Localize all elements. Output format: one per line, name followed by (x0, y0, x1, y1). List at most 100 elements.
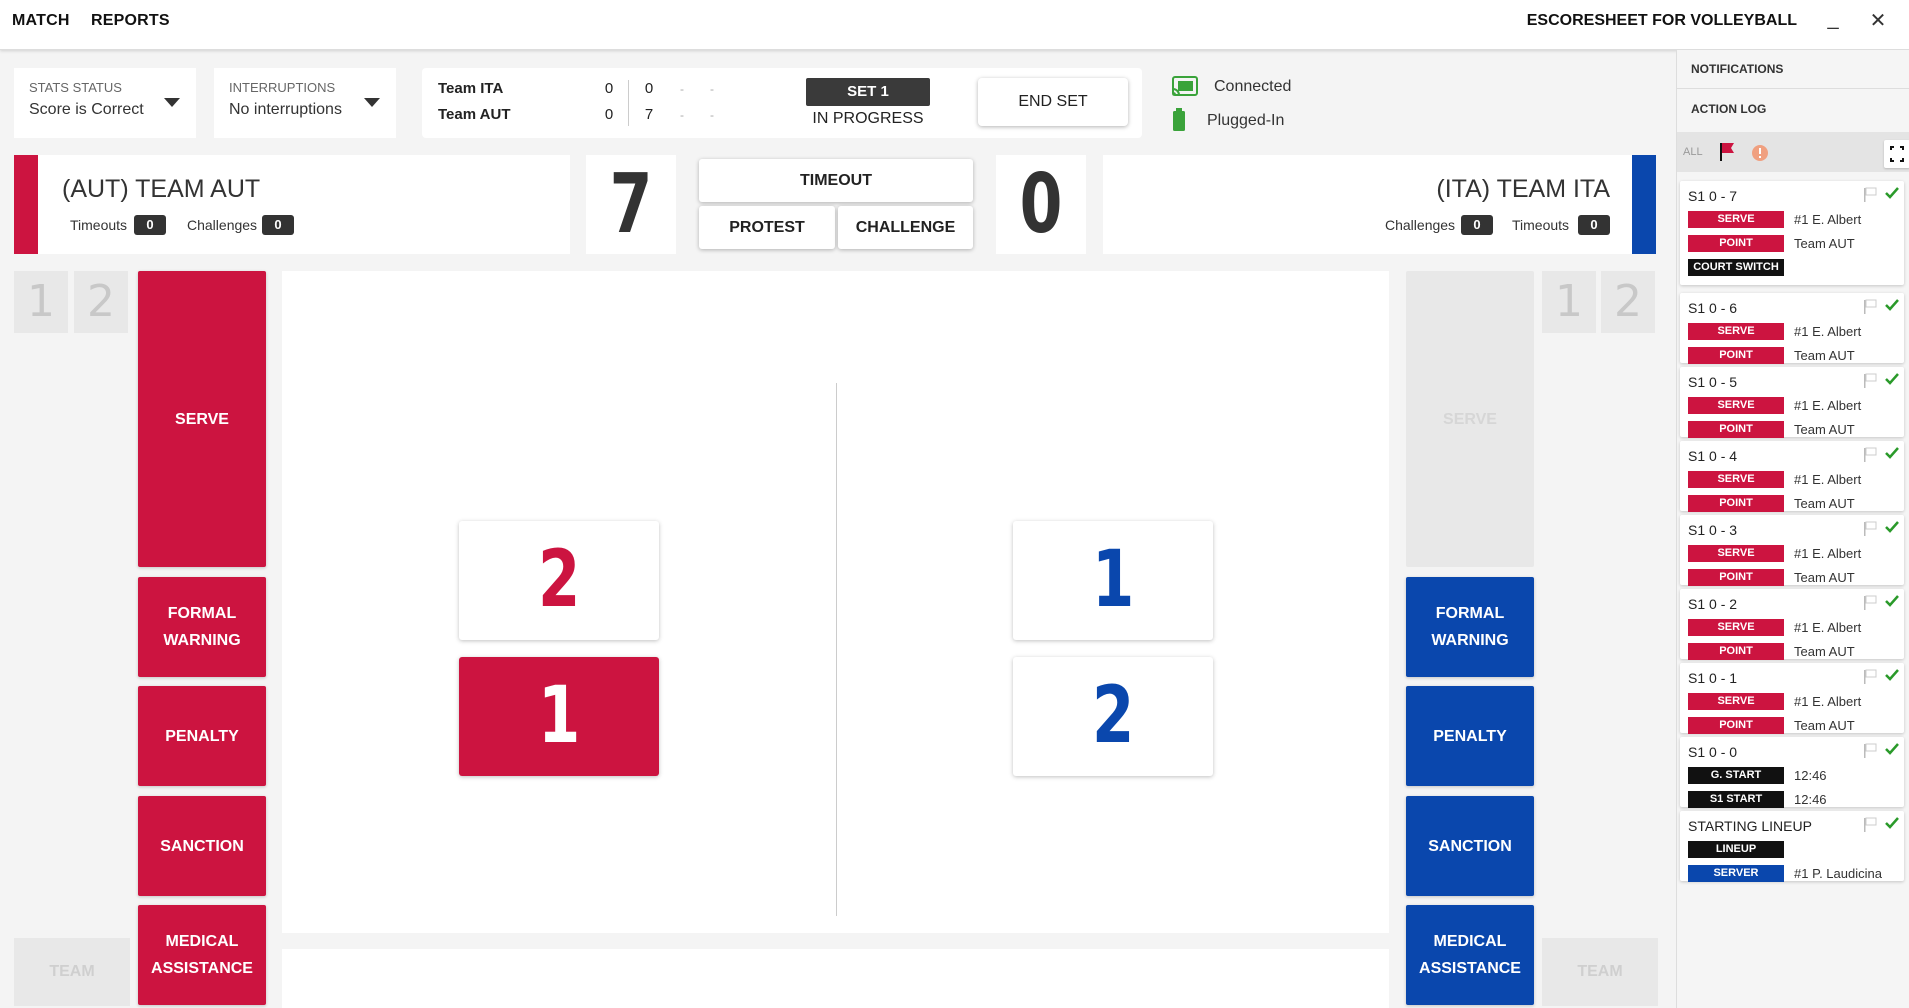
left-player-server[interactable]: 1 (459, 657, 659, 776)
flag-filter-icon[interactable] (1717, 140, 1739, 164)
left-timeouts-label: Timeouts (70, 217, 128, 233)
right-player-front[interactable]: 1 (1013, 521, 1213, 640)
log-tag: LINEUP (1688, 841, 1784, 858)
log-filter-bar: ALL (1677, 132, 1909, 172)
log-entry-title: S1 0 - 2 (1688, 596, 1738, 612)
check-icon (1885, 187, 1899, 199)
minimize-button[interactable]: _ (1823, 8, 1843, 32)
player-number: 2 (537, 535, 581, 625)
formal-warning-label-1: FORMAL (1435, 605, 1505, 622)
placeholder-dash: - (680, 82, 684, 96)
protest-button[interactable]: PROTEST (699, 206, 835, 249)
right-timeouts-label: Timeouts (1512, 217, 1570, 233)
chevron-down-icon (364, 98, 380, 107)
log-value: #1 E. Albert (1794, 620, 1862, 635)
left-serve-button[interactable]: SERVE (138, 271, 266, 567)
log-entry-title: S1 0 - 0 (1688, 744, 1738, 760)
filter-all[interactable]: ALL (1683, 146, 1703, 158)
flag-icon[interactable] (1862, 743, 1878, 759)
formal-warning-label-2: WARNING (163, 632, 241, 649)
close-button[interactable]: ✕ (1867, 8, 1889, 32)
chevron-down-icon (164, 98, 180, 107)
check-icon (1885, 373, 1899, 385)
log-entry[interactable]: S1 0 - 4 SERVE #1 E. Albert POINT Team AUT (1680, 441, 1904, 512)
log-value: Team AUT (1794, 718, 1855, 733)
flag-icon[interactable] (1862, 521, 1878, 537)
flag-icon[interactable] (1862, 373, 1878, 389)
flag-icon[interactable] (1862, 299, 1878, 315)
log-value: #1 P. Laudicina (1794, 866, 1882, 881)
log-entry[interactable]: S1 0 - 3 SERVE #1 E. Albert POINT Team AUT (1680, 515, 1904, 586)
team1-sets: 0 (604, 80, 614, 97)
log-entry-title: S1 0 - 1 (1688, 670, 1738, 686)
fullscreen-icon[interactable] (1884, 140, 1909, 168)
check-icon (1885, 817, 1899, 829)
right-sanction-button[interactable]: SANCTION (1406, 796, 1534, 896)
log-entry-title: STARTING LINEUP (1688, 818, 1812, 834)
penalty-label: PENALTY (1433, 727, 1507, 745)
power-status: Plugged-In (1207, 112, 1285, 129)
menu-match[interactable]: MATCH (12, 0, 70, 42)
log-value: #1 E. Albert (1794, 398, 1862, 413)
log-entry[interactable]: S1 0 - 7 SERVE #1 E. Albert POINT Team AUT CO… (1680, 181, 1904, 285)
log-value: Team AUT (1794, 496, 1855, 511)
log-entry[interactable]: S1 0 - 2 SERVE #1 E. Albert POINT Team AUT (1680, 589, 1904, 660)
placeholder-dash: - (710, 108, 714, 122)
left-sanction-button[interactable]: SANCTION (138, 796, 266, 896)
log-entry-title: S1 0 - 4 (1688, 448, 1738, 464)
medical-label-2: ASSISTANCE (151, 960, 253, 977)
left-formal-warning-button[interactable]: FORMAL WARNING (138, 577, 266, 677)
flag-icon[interactable] (1862, 447, 1878, 463)
log-tag: SERVE (1688, 545, 1784, 562)
right-team-panel: (ITA) TEAM ITA Challenges 0 Timeouts 0 (1103, 155, 1632, 254)
challenge-button[interactable]: CHALLENGE (838, 206, 973, 249)
scoreboard-team2: Team AUT (438, 106, 511, 123)
log-tag: POINT (1688, 643, 1784, 660)
left-player-front[interactable]: 2 (459, 521, 659, 640)
check-icon (1885, 595, 1899, 607)
log-value: #1 E. Albert (1794, 546, 1862, 561)
right-penalty-button[interactable]: PENALTY (1406, 686, 1534, 786)
formal-warning-label-2: WARNING (1431, 632, 1509, 649)
left-team-box[interactable]: TEAM (14, 938, 130, 1006)
flag-icon[interactable] (1862, 595, 1878, 611)
right-team-name: (ITA) TEAM ITA (1436, 175, 1610, 203)
end-set-button[interactable]: END SET (978, 78, 1128, 126)
log-value: 12:46 (1794, 768, 1827, 783)
left-team-panel: (AUT) TEAM AUT Timeouts 0 Challenges 0 (38, 155, 570, 254)
timeout-button[interactable]: TIMEOUT (699, 159, 973, 202)
log-entry[interactable]: S1 0 - 6 SERVE #1 E. Albert POINT Team AUT (1680, 293, 1904, 364)
right-team-box[interactable]: TEAM (1542, 938, 1658, 1006)
right-serve-button-disabled[interactable]: SERVE (1406, 271, 1534, 567)
notifications-link[interactable]: NOTIFICATIONS (1691, 62, 1783, 76)
log-tag: S1 START (1688, 791, 1784, 808)
left-penalty-button[interactable]: PENALTY (138, 686, 266, 786)
menu-reports[interactable]: REPORTS (91, 0, 170, 42)
log-value: #1 E. Albert (1794, 694, 1862, 709)
flag-icon[interactable] (1862, 669, 1878, 685)
right-medical-assistance-button[interactable]: MEDICAL ASSISTANCE (1406, 905, 1534, 1005)
left-set-1-box: 1 (14, 271, 68, 333)
log-value: Team AUT (1794, 644, 1855, 659)
stats-status-dropdown[interactable]: STATS STATUS Score is Correct (14, 68, 196, 138)
right-formal-warning-button[interactable]: FORMAL WARNING (1406, 577, 1534, 677)
interruptions-dropdown[interactable]: INTERRUPTIONS No interruptions (214, 68, 396, 138)
log-entry[interactable]: S1 0 - 5 SERVE #1 E. Albert POINT Team AUT (1680, 367, 1904, 438)
log-entry[interactable]: S1 0 - 1 SERVE #1 E. Albert POINT Team AUT (1680, 663, 1904, 734)
sanction-label: SANCTION (160, 837, 244, 855)
flag-icon[interactable] (1862, 817, 1878, 833)
right-player-back[interactable]: 2 (1013, 657, 1213, 776)
log-value: Team AUT (1794, 236, 1855, 251)
log-tag: SERVE (1688, 323, 1784, 340)
log-entry-title: S1 0 - 5 (1688, 374, 1738, 390)
medical-label-2: ASSISTANCE (1419, 960, 1521, 977)
alert-filter-icon[interactable] (1747, 140, 1773, 166)
placeholder-dash: - (710, 82, 714, 96)
log-tag: SERVE (1688, 211, 1784, 228)
check-icon (1885, 299, 1899, 311)
log-entry[interactable]: STARTING LINEUP LINEUP SERVER #1 P. Laudici… (1680, 811, 1904, 882)
action-log-link[interactable]: ACTION LOG (1691, 102, 1766, 116)
log-entry[interactable]: S1 0 - 0 G. START 12:46 S1 START 12:46 (1680, 737, 1904, 808)
left-medical-assistance-button[interactable]: MEDICAL ASSISTANCE (138, 905, 266, 1005)
flag-icon[interactable] (1862, 187, 1878, 203)
